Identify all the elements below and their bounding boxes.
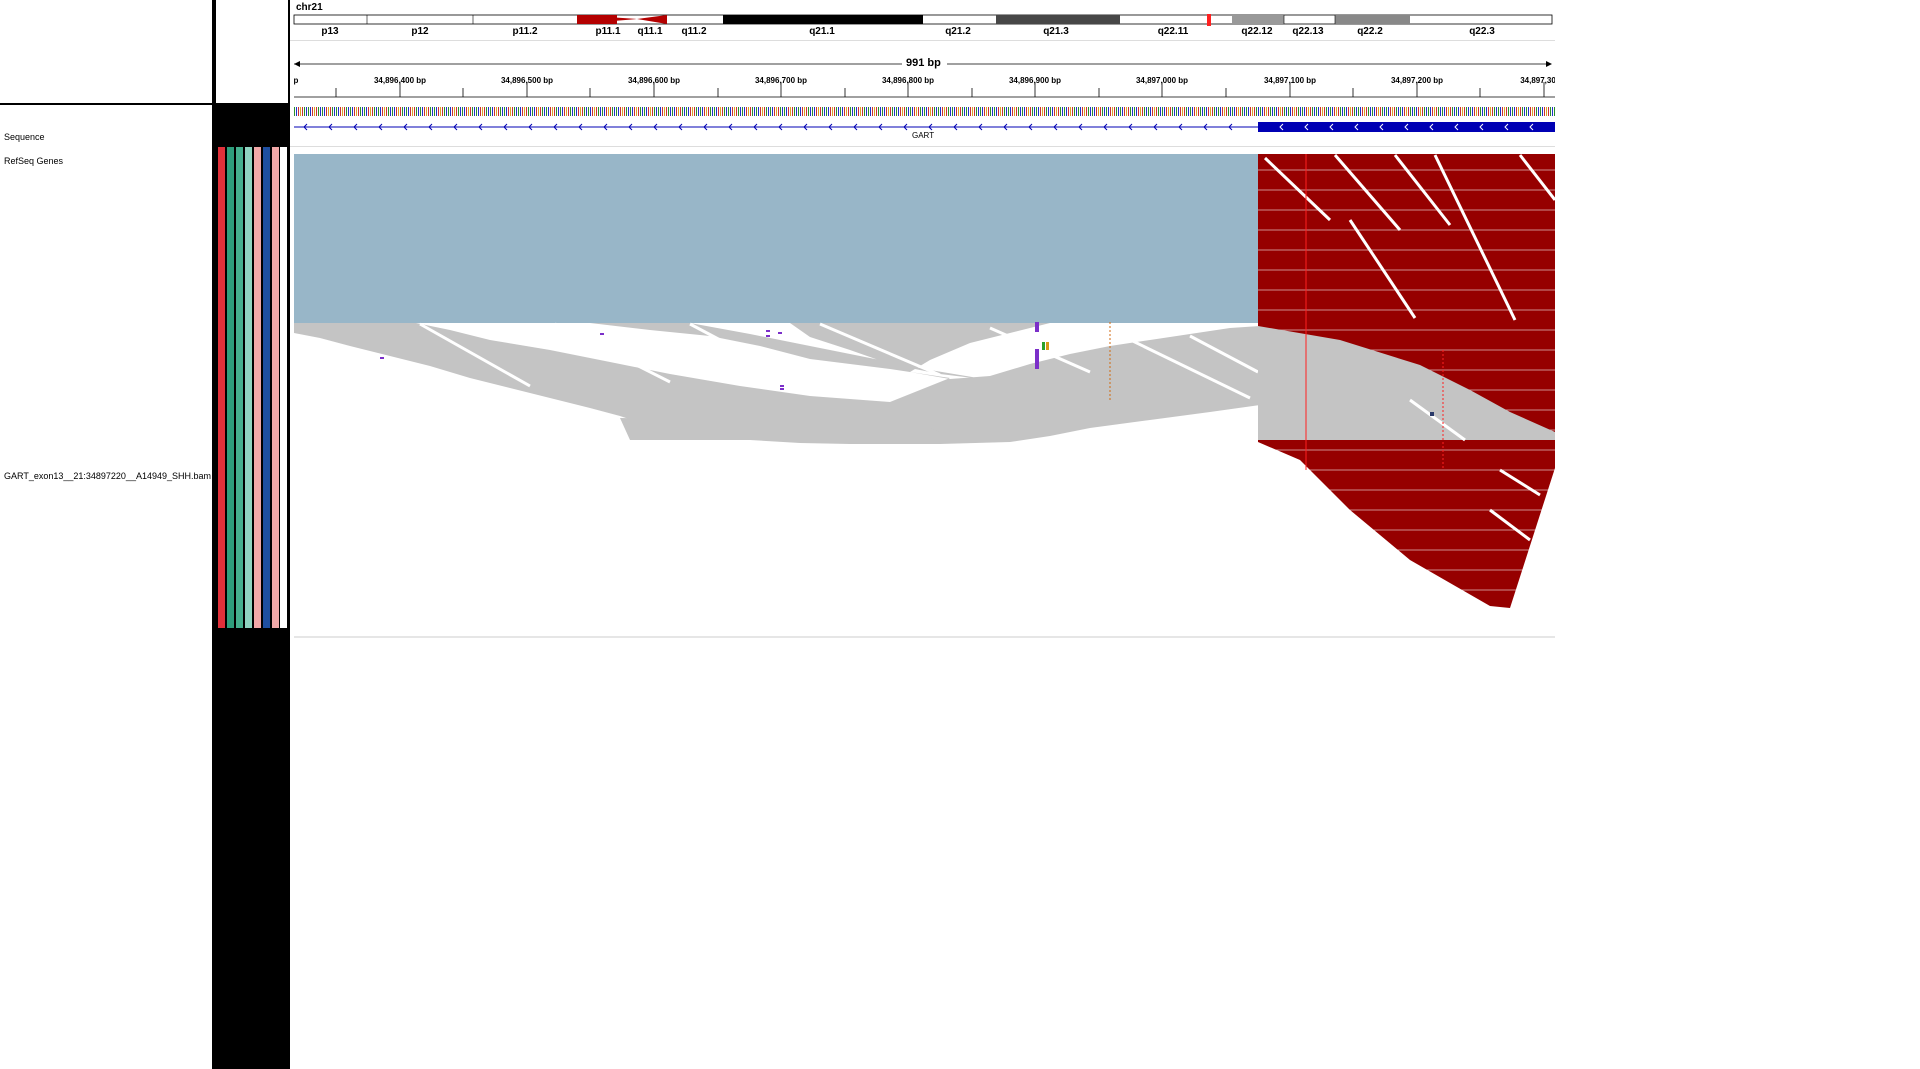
chromosome-label: chr21 <box>296 2 323 13</box>
attribute-header <box>216 0 288 103</box>
divider[interactable] <box>212 0 214 1069</box>
downsampled-region <box>294 154 1260 323</box>
aligned-reads <box>294 323 1260 444</box>
span-label: 991 bp <box>904 57 943 69</box>
track-name-refseq-genes[interactable]: RefSeq Genes <box>4 156 63 166</box>
discordant-reads <box>1258 154 1555 608</box>
chromosome-ideogram[interactable] <box>290 14 1555 26</box>
arrow-right-icon[interactable]: ➡ <box>240 131 252 148</box>
current-region-marker <box>1207 14 1211 26</box>
track-name-sequence[interactable]: Sequence <box>4 132 45 142</box>
right-gutter <box>1555 0 1920 1069</box>
gene-label[interactable]: GART <box>912 131 934 140</box>
sequence-track[interactable] <box>294 107 1555 116</box>
data-panel[interactable]: chr21 p13 p12 p11.2 p11.1 q11.1 q11.2 q2… <box>290 0 1555 1069</box>
alignment-track[interactable] <box>290 150 1555 640</box>
track-name-alignment[interactable]: GART_exon13__21:34897220__A14949_SHH.bam <box>4 471 211 481</box>
